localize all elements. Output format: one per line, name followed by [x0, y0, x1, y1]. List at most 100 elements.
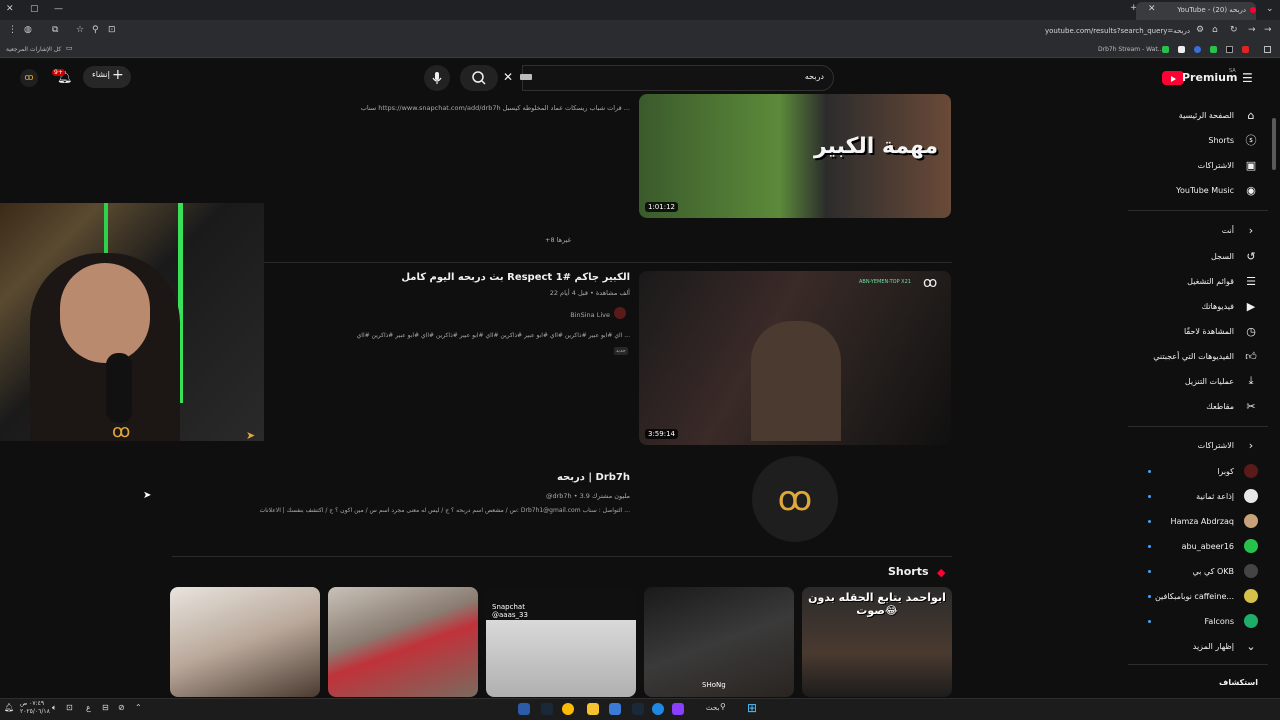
sidebar-item-history[interactable]: السجل ↺: [1118, 245, 1258, 267]
sidebar-sub-channel[interactable]: Hamza Abdrzaq: [1118, 510, 1258, 532]
region-code: SA: [1229, 68, 1236, 74]
subscriptions-icon: ▣: [1245, 158, 1257, 172]
sidebar-sub-channel[interactable]: abu_abeer16: [1118, 535, 1258, 557]
extension-icon[interactable]: ◍: [24, 25, 32, 35]
start-icon[interactable]: ⊞: [747, 701, 757, 715]
video-thumbnail[interactable]: ABN-YEMEN-TOP X21 ꝏ 3:59:14: [639, 271, 951, 445]
short-thumbnail[interactable]: [328, 587, 478, 697]
sidebar-item-downloads[interactable]: عمليات التنزيل ⤓: [1118, 370, 1258, 392]
reload-icon[interactable]: ↻: [1230, 25, 1238, 35]
kick-bookmark-icon[interactable]: [1210, 46, 1217, 53]
channel-title[interactable]: دربحه | Drb7h: [430, 472, 630, 483]
tab-close-icon[interactable]: ✕: [1148, 4, 1156, 14]
sidebar-sub-channel[interactable]: Falcons: [1118, 610, 1258, 632]
sidebar-item-watch-later[interactable]: المشاهدة لاحقًا ◷: [1118, 320, 1258, 342]
minimize-window-icon[interactable]: —: [54, 4, 63, 14]
plus-icon: +: [112, 67, 124, 83]
store-icon[interactable]: [609, 703, 621, 715]
sidebar-item-music[interactable]: YouTube Music ◉: [1118, 179, 1258, 201]
sidebar-scrollbar[interactable]: [1272, 118, 1276, 170]
kick-bookmark-icon[interactable]: [1162, 46, 1169, 53]
clips-icon: ✂: [1246, 399, 1256, 413]
app-icon[interactable]: [672, 703, 684, 715]
video-title[interactable]: بث دربحه اليوم كامل Respect الكبير جاكم …: [300, 272, 630, 283]
task-view-icon[interactable]: [518, 703, 530, 715]
avatar[interactable]: ꝏ: [20, 69, 38, 87]
restore-window-icon[interactable]: ▢: [30, 4, 39, 14]
sidebar-item-home[interactable]: الصفحة الرئيسية ⌂: [1118, 104, 1258, 126]
sidebar-section-subscriptions[interactable]: الاشتراكات ›: [1118, 434, 1258, 456]
language-icon[interactable]: ع: [86, 703, 91, 712]
clear-search-icon[interactable]: ✕: [503, 70, 513, 84]
clock-time[interactable]: ٠٧:٤٩ ص: [20, 700, 44, 707]
sidebar-item-playlists[interactable]: قوائم التشغيل ☰: [1118, 270, 1258, 292]
channel-logo-icon: ꝏ: [112, 421, 131, 441]
sidebar-section-you[interactable]: أنت ›: [1118, 219, 1258, 241]
apps-icon[interactable]: [1264, 46, 1271, 53]
steam-icon[interactable]: [632, 703, 644, 715]
search-button[interactable]: [460, 65, 498, 91]
tab-search-icon[interactable]: ⌄: [1266, 4, 1274, 14]
like-icon: 👍︎: [1245, 349, 1257, 363]
forward-icon[interactable]: →: [1248, 25, 1256, 35]
sidebar-item-your-videos[interactable]: فيديوهاتك ▶: [1118, 295, 1258, 317]
channel-name[interactable]: BinSina Live: [480, 311, 610, 319]
tray-icon[interactable]: ⊘: [118, 703, 125, 712]
short-thumbnail[interactable]: SHoNg: [644, 587, 794, 697]
sidebar-sub-channel[interactable]: كوبرا: [1118, 460, 1258, 482]
home-browser-icon[interactable]: ⌂: [1212, 25, 1218, 35]
bookmark-drb7h-stream[interactable]: Drb7h Stream - Wat...: [1098, 46, 1163, 53]
youtube-logo-icon[interactable]: [1162, 71, 1184, 85]
close-window-icon[interactable]: ✕: [6, 4, 14, 14]
taskbar-search[interactable]: بحث: [706, 704, 719, 712]
chevron-up-icon[interactable]: ⌃: [135, 703, 142, 712]
keyboard-icon[interactable]: [520, 74, 532, 80]
channel-avatar-large[interactable]: ꝏ: [752, 456, 838, 542]
explorer-icon[interactable]: [587, 703, 599, 715]
tray-icon[interactable]: ⊟: [102, 703, 109, 712]
voice-search-button[interactable]: [424, 65, 450, 91]
steam-icon[interactable]: [541, 703, 553, 715]
bookmark-star-icon[interactable]: ☆: [76, 25, 84, 35]
youtube-bookmark-icon[interactable]: [1242, 46, 1249, 53]
network-icon[interactable]: ⊡: [66, 703, 73, 712]
sidebar-item-liked[interactable]: الفيديوهات التي أعجبتني 👍︎: [1118, 345, 1258, 367]
live-dot: [1148, 545, 1151, 548]
hamburger-menu-icon[interactable]: ☰: [1242, 71, 1253, 85]
chrome-icon[interactable]: [562, 703, 574, 715]
x-bookmark-icon[interactable]: [1226, 46, 1233, 53]
all-bookmarks[interactable]: كل الإشارات المرجعية: [6, 46, 61, 53]
clock-date[interactable]: ٢٠٢٥/٠٦/١٨: [20, 708, 50, 715]
share-icon[interactable]: ⧉: [52, 25, 58, 35]
short-thumbnail[interactable]: Snapchat @aaas_33: [486, 587, 636, 697]
notification-center-icon[interactable]: 🔔︎: [4, 703, 14, 712]
sidebar-item-shorts[interactable]: Shorts ⓢ: [1118, 129, 1258, 151]
sidebar-sub-channel[interactable]: نوبامبكافين caffeine...: [1118, 585, 1258, 607]
edge-icon[interactable]: [652, 703, 664, 715]
bookmark-icon[interactable]: [1178, 46, 1185, 53]
site-info-icon[interactable]: ⚙: [1196, 25, 1204, 35]
bookmark-icon[interactable]: [1194, 46, 1201, 53]
sidebar-sub-channel[interactable]: كي بي OKB: [1118, 560, 1258, 582]
search-icon[interactable]: ⚲: [720, 702, 726, 711]
menu-icon[interactable]: ⋮: [8, 25, 17, 35]
live-dot: [1148, 470, 1151, 473]
short-thumbnail[interactable]: ابواحمد يتابع الحقله بدون صوت😂: [802, 587, 952, 697]
search-input[interactable]: دربحه: [760, 72, 824, 81]
install-icon[interactable]: ⊡: [108, 25, 116, 35]
sidebar-item-clips[interactable]: مقاطعك ✂: [1118, 395, 1258, 417]
short-thumbnail[interactable]: [170, 587, 320, 697]
volume-icon[interactable]: 🔈︎: [52, 703, 57, 713]
show-more-button[interactable]: إظهار المزيد ⌄: [1118, 635, 1258, 657]
video-thumbnail[interactable]: مهمة الكبير 1:01:12: [639, 94, 951, 218]
sidebar-item-subscriptions[interactable]: الاشتراكات ▣: [1118, 154, 1258, 176]
more-results-link[interactable]: +8 غيرها: [545, 236, 571, 244]
back-icon[interactable]: →: [1264, 25, 1272, 35]
sidebar-item-label: إظهار المزيد: [1192, 641, 1234, 651]
url-bar[interactable]: youtube.com/results?search_query=دربحه: [1040, 27, 1190, 35]
channel-avatar: [1244, 489, 1258, 503]
sidebar-item-label: كي بي OKB: [1192, 566, 1235, 576]
channel-avatar[interactable]: [614, 307, 626, 319]
zoom-icon[interactable]: ⚲: [92, 25, 99, 35]
sidebar-sub-channel[interactable]: إذاعة ثمانية: [1118, 485, 1258, 507]
